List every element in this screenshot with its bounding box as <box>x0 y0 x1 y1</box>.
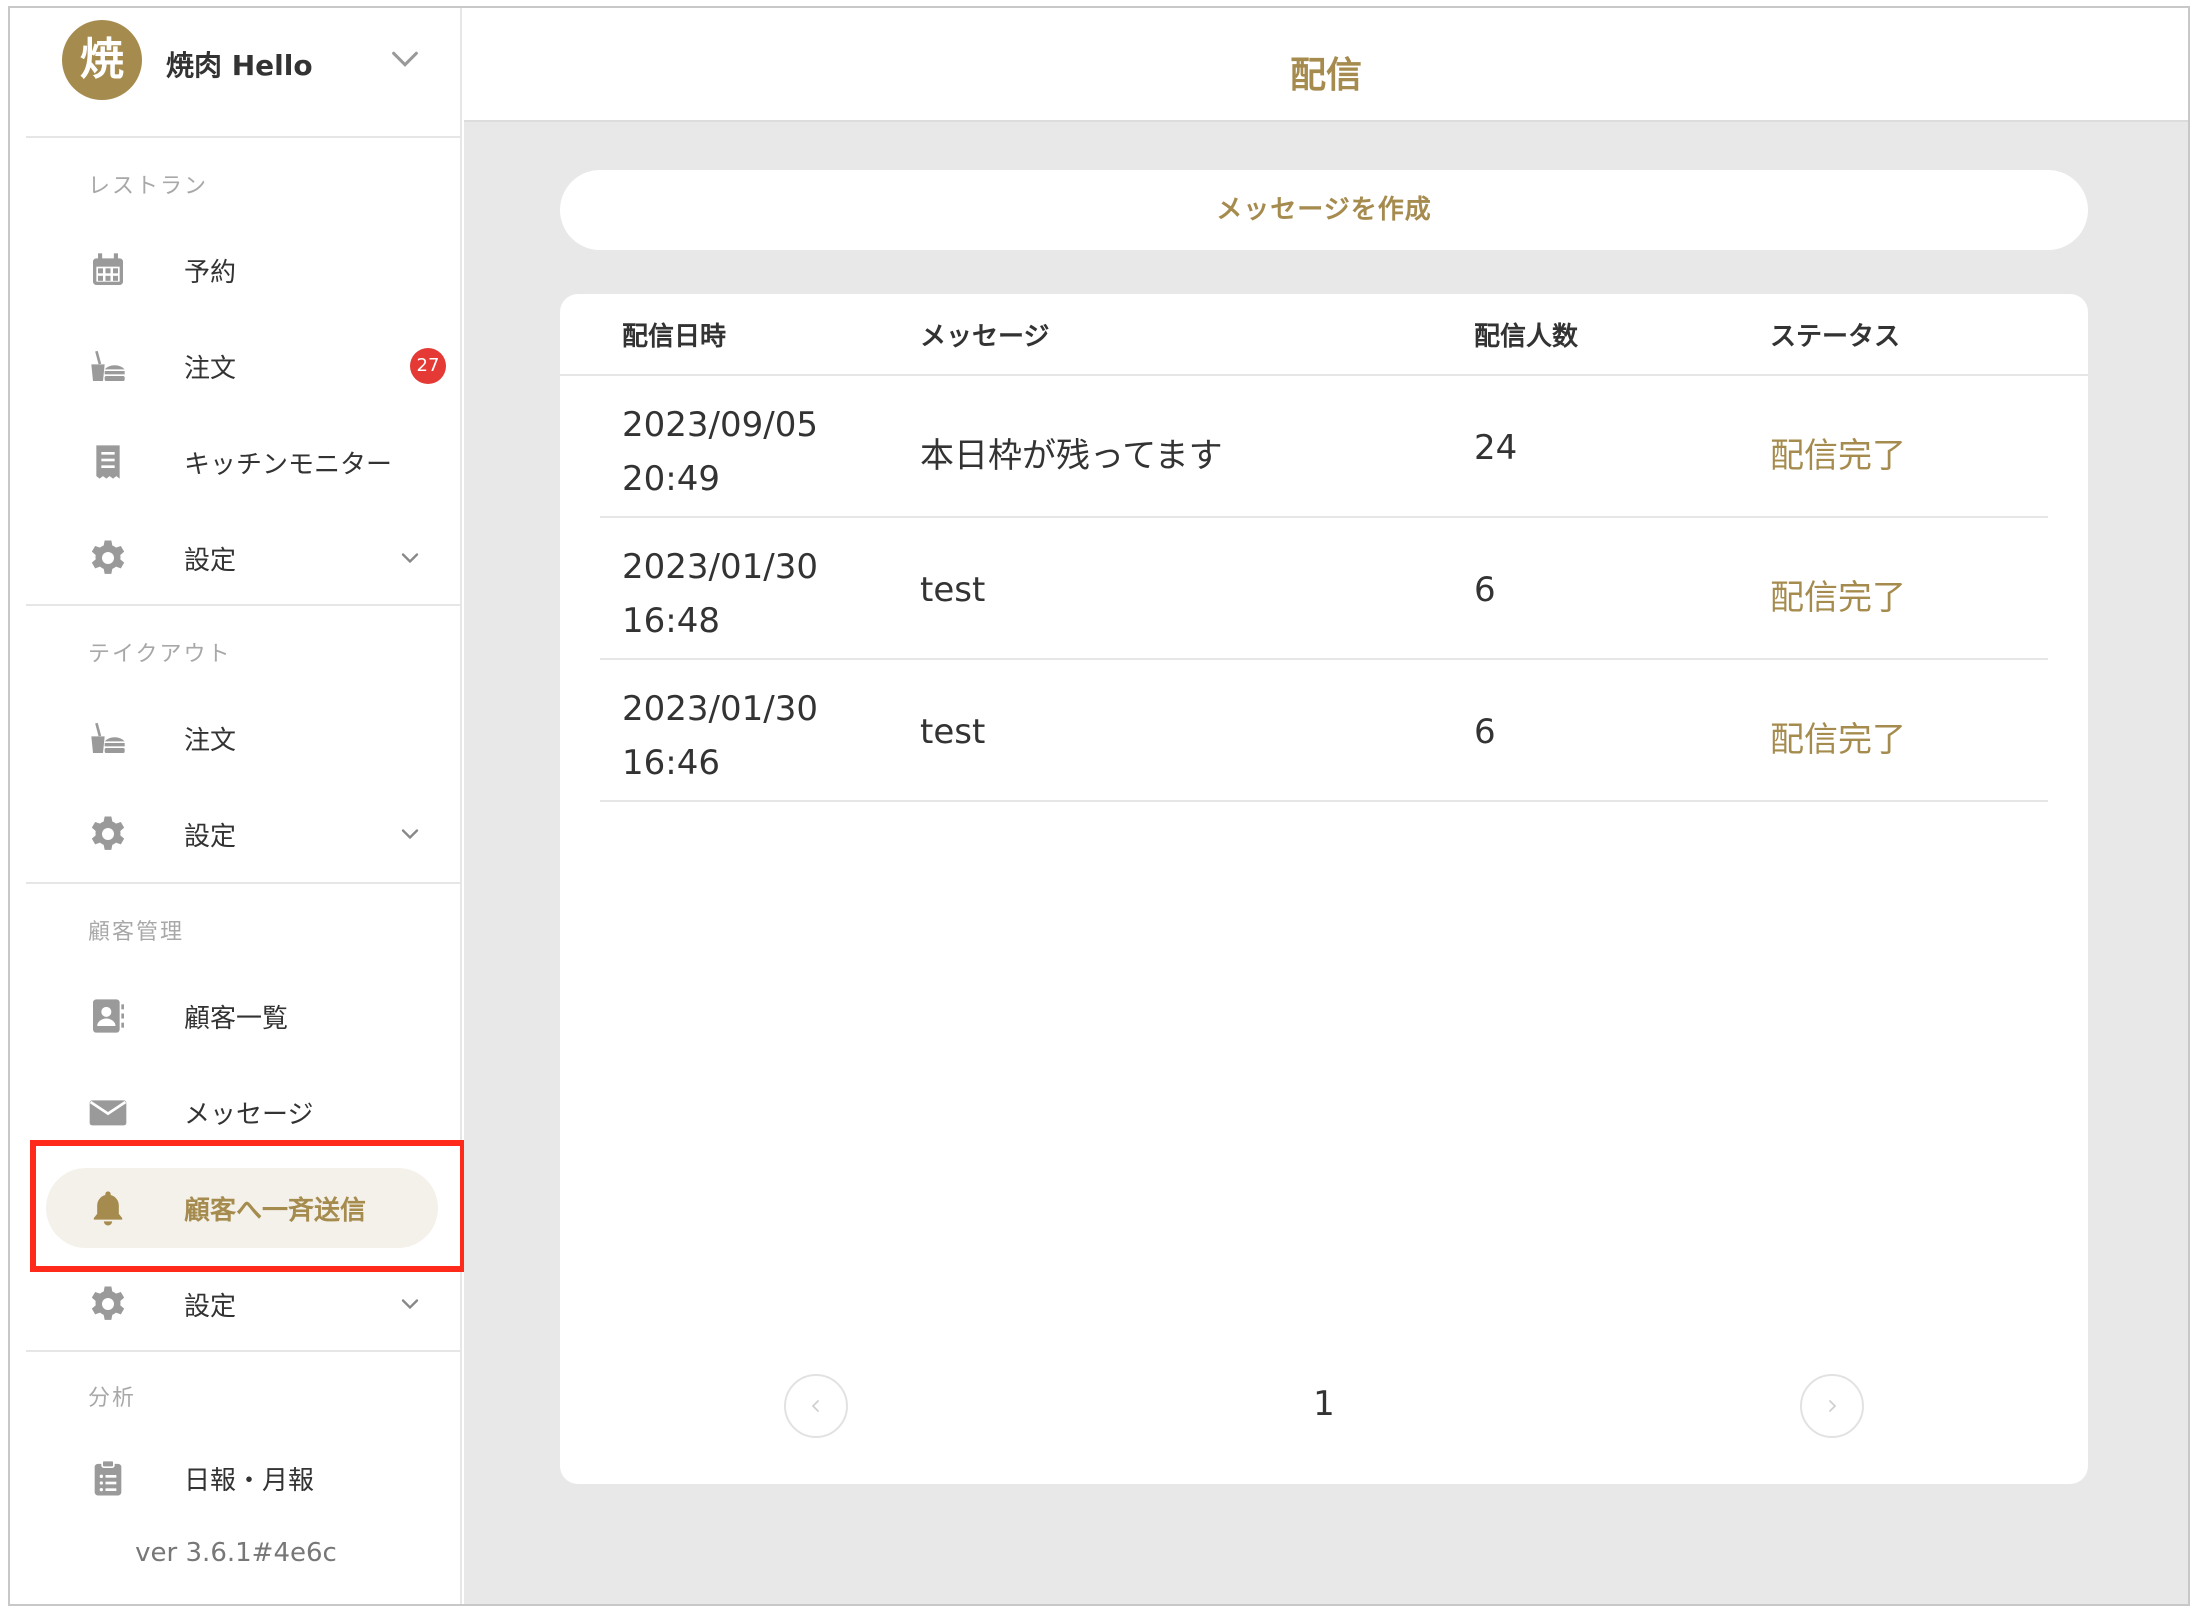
divider <box>26 1350 462 1352</box>
contacts-icon <box>93 999 124 1033</box>
cell-datetime: 2023/01/30 16:46 <box>622 682 818 790</box>
sidebar-item-kitchen-monitor[interactable]: キッチンモニター <box>46 422 438 502</box>
divider <box>26 604 462 606</box>
sidebar-item-customer-list[interactable]: 顧客一覧 <box>46 976 438 1056</box>
column-header-datetime: 配信日時 <box>622 322 727 352</box>
sidebar-item-label: 設定 <box>184 546 237 576</box>
section-label-takeout: テイクアウト <box>88 642 232 667</box>
sidebar-item-reservation[interactable]: 予約 <box>46 230 438 310</box>
cell-date: 2023/09/05 <box>622 405 818 445</box>
divider <box>26 882 462 884</box>
broadcast-history-card: 配信日時 メッセージ 配信人数 ステータス 2023/09/05 20:49 本… <box>560 294 2088 1484</box>
cell-date: 2023/01/30 <box>622 689 818 729</box>
column-header-message: メッセージ <box>920 322 1050 352</box>
main-content: 配信 メッセージを作成 配信日時 メッセージ 配信人数 ステータス 2023/0… <box>464 8 2188 1604</box>
create-message-button[interactable]: メッセージを作成 <box>560 170 2088 250</box>
cell-status: 配信完了 <box>1770 578 1906 618</box>
mail-icon <box>89 1100 127 1126</box>
sidebar-item-reports[interactable]: 日報・月報 <box>46 1438 438 1518</box>
sidebar-item-label: 注文 <box>184 354 237 384</box>
sidebar-item-takeout-order[interactable]: 注文 <box>46 698 438 778</box>
cell-message: test <box>920 712 986 752</box>
sidebar-item-label: 設定 <box>184 822 237 852</box>
cell-recipient-count: 6 <box>1474 712 1496 752</box>
calendar-icon <box>93 253 123 285</box>
next-page-button[interactable] <box>1800 1374 1864 1438</box>
chevron-down-icon[interactable] <box>388 42 422 76</box>
sidebar-item-takeout-settings[interactable]: 設定 <box>46 794 438 874</box>
chevron-down-icon <box>401 829 419 840</box>
cell-status: 配信完了 <box>1770 436 1906 476</box>
order-count-badge: 27 <box>410 348 446 384</box>
sidebar-item-customer-settings[interactable]: 設定 <box>46 1264 438 1344</box>
cell-message: test <box>920 570 986 610</box>
cell-date: 2023/01/30 <box>622 547 818 587</box>
highlight-annotation <box>30 1140 466 1272</box>
store-avatar: 焼 <box>62 20 142 100</box>
store-name: 焼肉 Hello <box>166 49 313 82</box>
sidebar-item-label: 注文 <box>184 726 237 756</box>
cell-recipient-count: 24 <box>1474 428 1518 468</box>
page-title: 配信 <box>1289 55 1362 96</box>
chevron-down-icon <box>401 1299 419 1310</box>
cell-time: 16:46 <box>622 743 720 783</box>
sidebar-item-restaurant-order[interactable]: 注文 27 <box>46 326 446 406</box>
order-icon <box>91 722 125 753</box>
cell-datetime: 2023/01/30 16:48 <box>622 540 818 648</box>
store-switcher[interactable]: 焼 焼肉 Hello <box>10 8 462 132</box>
app-window: 焼 焼肉 Hello レストラン 予約 注文 27 キッチンモニター 設定 テイ… <box>8 6 2190 1606</box>
gear-icon <box>91 816 125 850</box>
chevron-down-icon <box>401 553 419 564</box>
sidebar-item-restaurant-settings[interactable]: 設定 <box>46 518 438 598</box>
order-icon <box>91 350 125 381</box>
top-bar: 配信 <box>464 8 2188 122</box>
chevron-right-icon <box>1829 1400 1837 1412</box>
clipboard-icon <box>94 1459 122 1496</box>
gear-icon <box>91 540 125 574</box>
section-label-analytics: 分析 <box>88 1386 137 1411</box>
cell-time: 16:48 <box>622 601 720 641</box>
cell-time: 20:49 <box>622 459 720 499</box>
table-row[interactable]: 2023/01/30 16:46 test 6 配信完了 <box>600 662 2048 802</box>
sidebar-item-label: キッチンモニター <box>184 450 393 480</box>
app-version: ver 3.6.1#4e6c <box>135 1538 337 1568</box>
section-label-customers: 顧客管理 <box>88 920 185 945</box>
receipt-icon <box>96 445 120 479</box>
sidebar-item-label: メッセージ <box>184 1100 314 1130</box>
cell-status: 配信完了 <box>1770 720 1906 760</box>
sidebar-item-label: 顧客一覧 <box>184 1004 289 1034</box>
table-header: 配信日時 メッセージ 配信人数 ステータス <box>560 294 2088 376</box>
sidebar: 焼 焼肉 Hello レストラン 予約 注文 27 キッチンモニター 設定 テイ… <box>10 8 466 1604</box>
divider <box>26 136 462 138</box>
column-header-status: ステータス <box>1770 322 1901 352</box>
sidebar-item-label: 日報・月報 <box>184 1466 315 1496</box>
table-row[interactable]: 2023/01/30 16:48 test 6 配信完了 <box>600 520 2048 660</box>
cell-recipient-count: 6 <box>1474 570 1496 610</box>
section-label-restaurant: レストラン <box>88 174 209 199</box>
table-row[interactable]: 2023/09/05 20:49 本日枠が残ってます 24 配信完了 <box>600 378 2048 518</box>
cell-datetime: 2023/09/05 20:49 <box>622 398 818 506</box>
sidebar-item-label: 予約 <box>184 258 237 288</box>
gear-icon <box>91 1286 125 1320</box>
column-header-recipients: 配信人数 <box>1474 322 1579 352</box>
sidebar-item-label: 設定 <box>184 1292 237 1322</box>
cell-message: 本日枠が残ってます <box>920 436 1223 476</box>
